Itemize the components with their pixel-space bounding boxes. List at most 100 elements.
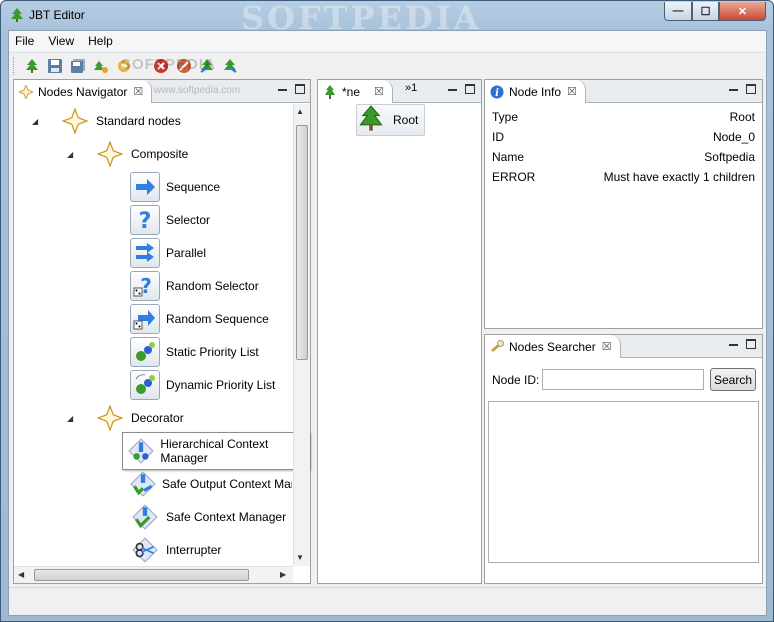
editor-maximize-icon[interactable]	[465, 84, 475, 94]
root-node[interactable]: Root	[356, 104, 426, 136]
navigator-maximize-icon[interactable]	[295, 84, 305, 94]
context-manager-icon	[127, 436, 154, 466]
navigator-vertical-scrollbar[interactable]: ▲ ▼	[293, 104, 310, 566]
navigator-tab-label: Nodes Navigator	[38, 84, 128, 99]
navigator-header: Nodes Navigator ☒ www.softpedia.com	[14, 80, 310, 103]
node-info-minimize-icon[interactable]	[729, 85, 738, 91]
navigator-horizontal-scrollbar[interactable]: ◀ ▶	[14, 566, 293, 583]
selection-box: Hierarchical Context Manager	[122, 432, 310, 470]
toolbar-grip[interactable]	[13, 56, 16, 75]
window-title: JBT Editor	[29, 8, 85, 22]
node-info-header: i Node Info ☒	[485, 80, 762, 103]
close-button[interactable]: ✕	[719, 2, 766, 21]
node-info-maximize-icon[interactable]	[746, 84, 756, 94]
editor-tab-label: *ne	[342, 84, 361, 99]
svg-text:?: ?	[139, 209, 152, 232]
app-window: JBT Editor SOFTPEDIA — ☐ ✕ File View Hel…	[0, 0, 774, 622]
minimize-button[interactable]: —	[664, 2, 692, 21]
safe-output-icon	[130, 469, 156, 499]
tree-label: Random Sequence	[166, 312, 269, 326]
navigator-minimize-icon[interactable]	[278, 85, 287, 91]
tree-item-interrupter[interactable]: Interrupter	[130, 534, 221, 566]
random-arrow-icon	[130, 304, 160, 334]
scroll-up-icon[interactable]: ▲	[296, 107, 304, 116]
tree-item-decorator[interactable]: ◢ Decorator	[67, 402, 184, 434]
horizontal-scroll-thumb[interactable]	[34, 569, 249, 581]
title-bar[interactable]: JBT Editor SOFTPEDIA — ☐ ✕	[1, 1, 773, 37]
info-key: ERROR	[492, 170, 536, 184]
tree-item-sequence[interactable]: Sequence	[130, 171, 220, 203]
scroll-right-icon[interactable]: ▶	[280, 570, 286, 579]
menu-file[interactable]: File	[9, 31, 42, 51]
tree-item-hierarchical-context-manager[interactable]: Hierarchical Context Manager	[122, 432, 310, 470]
search-button[interactable]: Search	[710, 368, 756, 391]
menu-view[interactable]: View	[42, 31, 82, 51]
collapse-icon[interactable]: ◢	[32, 117, 38, 126]
tree-open-button[interactable]	[91, 56, 111, 76]
maximize-button[interactable]: ☐	[692, 2, 719, 21]
info-key: Name	[492, 150, 525, 164]
new-tree-button[interactable]	[22, 56, 42, 76]
navigator-watermark: www.softpedia.com	[154, 85, 241, 96]
node-info-panel: i Node Info ☒ Type Root ID Node_0 Name S…	[484, 79, 763, 329]
vertical-scroll-thumb[interactable]	[296, 125, 308, 360]
editor-minimize-icon[interactable]	[448, 85, 457, 91]
safe-context-icon	[130, 502, 160, 532]
tree-item-composite[interactable]: ◢ Composite	[67, 138, 188, 170]
tree-item-selector[interactable]: ? Selector	[130, 204, 210, 236]
arrow-right-icon	[130, 172, 160, 202]
tree-editor-panel: *ne ☒ »1 Root	[317, 79, 482, 584]
menu-help[interactable]: Help	[82, 31, 121, 51]
tree-item-safe-output-context-manager[interactable]: Safe Output Context Man	[130, 468, 292, 500]
tab-editor[interactable]: *ne ☒	[318, 80, 393, 103]
node-id-input[interactable]	[542, 369, 704, 390]
tab-node-info[interactable]: i Node Info ☒	[485, 80, 586, 103]
info-row-name: Name Softpedia	[492, 150, 755, 170]
searcher-maximize-icon[interactable]	[746, 339, 756, 349]
tree-item-dynamic-priority-list[interactable]: Dynamic Priority List	[130, 369, 275, 401]
tree-item-static-priority-list[interactable]: Static Priority List	[130, 336, 259, 368]
toolbar: SOFTPEDIA	[9, 52, 766, 78]
tree-label: Random Selector	[166, 279, 259, 293]
save-button[interactable]	[45, 56, 65, 76]
close-tab-icon[interactable]: ☒	[602, 340, 612, 353]
tree-label: Safe Output Context Man	[162, 477, 292, 491]
tree-label: Safe Context Manager	[166, 510, 287, 524]
tree-item-standard-nodes[interactable]: ◢ Standard nodes	[32, 105, 181, 137]
scroll-left-icon[interactable]: ◀	[18, 570, 24, 579]
tab-overflow[interactable]: »1	[405, 82, 417, 94]
tab-nodes-navigator[interactable]: Nodes Navigator ☒	[14, 80, 153, 103]
tab-nodes-searcher[interactable]: Nodes Searcher ☒	[485, 335, 621, 358]
tree-label: Dynamic Priority List	[166, 378, 276, 392]
star-node-icon	[95, 403, 125, 433]
tree-item-safe-context-manager[interactable]: Safe Context Manager	[130, 501, 286, 533]
tree-icon	[325, 84, 335, 99]
save-all-button[interactable]	[68, 56, 88, 76]
tree-item-random-sequence[interactable]: Random Sequence	[130, 303, 269, 335]
close-tab-icon[interactable]: ☒	[374, 85, 384, 98]
tree-item-parallel[interactable]: Parallel	[130, 237, 206, 269]
scroll-down-icon[interactable]: ▼	[296, 553, 304, 562]
searcher-minimize-icon[interactable]	[729, 340, 738, 346]
searcher-tab-label: Nodes Searcher	[509, 339, 596, 354]
close-tab-icon[interactable]: ☒	[133, 85, 143, 98]
scissors-icon	[130, 535, 160, 565]
info-row-type: Type Root	[492, 110, 755, 130]
info-row-id: ID Node_0	[492, 130, 755, 150]
tree-label: Hierarchical Context Manager	[160, 437, 269, 465]
collapse-icon[interactable]: ◢	[67, 414, 73, 423]
double-arrow-icon	[130, 238, 160, 268]
app-tree-icon	[11, 8, 23, 22]
info-key: ID	[492, 130, 504, 144]
info-value: Softpedia	[704, 150, 755, 164]
tree-item-random-selector[interactable]: ? Random Selector	[130, 270, 259, 302]
priority-spheres-icon	[130, 337, 160, 367]
search-results-list[interactable]	[488, 401, 759, 563]
tree-import-button[interactable]	[220, 56, 240, 76]
close-tab-icon[interactable]: ☒	[567, 85, 577, 98]
collapse-icon[interactable]: ◢	[67, 150, 73, 159]
tree-label: Decorator	[131, 411, 184, 425]
menu-bar: File View Help	[9, 31, 766, 51]
nodes-navigator-panel: Nodes Navigator ☒ www.softpedia.com ◢ St…	[13, 79, 311, 584]
save-icon	[48, 58, 62, 73]
